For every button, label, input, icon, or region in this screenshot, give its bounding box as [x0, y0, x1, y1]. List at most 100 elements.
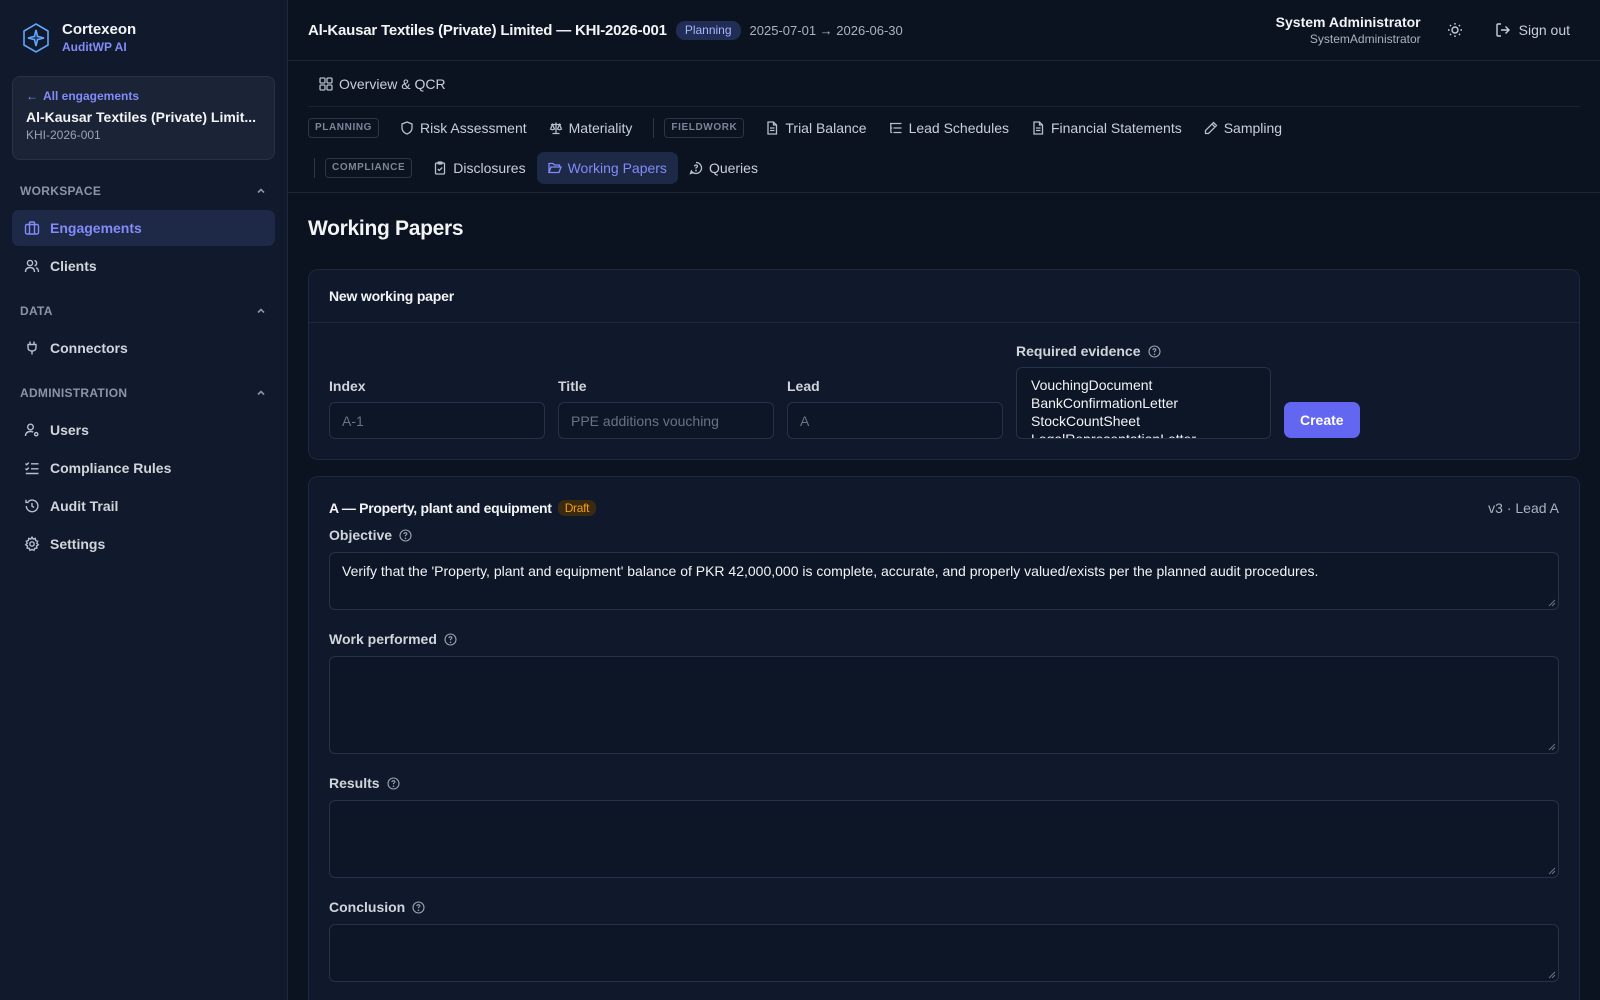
work-performed-textarea[interactable] — [329, 656, 1559, 754]
all-engagements-link[interactable]: ← All engagements — [26, 88, 261, 104]
content: Working Papers New working paper Index A… — [288, 193, 1600, 1000]
folder-open-icon — [547, 162, 562, 174]
all-engagements-label: All engagements — [43, 89, 140, 103]
engagement-card: ← All engagements Al-Kausar Textiles (Pr… — [12, 76, 275, 160]
theme-toggle-button[interactable] — [1437, 12, 1473, 48]
lead-field-group: Lead A — [787, 378, 1003, 439]
evidence-option[interactable]: BankConfirmationLetter — [1031, 394, 1256, 412]
file-text-icon — [1033, 121, 1044, 135]
sidebar-item-settings[interactable]: Settings — [12, 526, 275, 562]
results-textarea[interactable] — [329, 800, 1559, 878]
lead-input[interactable]: A — [787, 402, 1003, 439]
help-circle-icon[interactable] — [412, 900, 425, 914]
tab-trial-balance[interactable]: Trial Balance — [754, 112, 877, 144]
history-icon — [25, 499, 39, 513]
conclusion-label-row: Conclusion — [329, 898, 1559, 916]
working-paper-card: A — Property, plant and equipment Draft … — [308, 476, 1580, 1000]
new-working-paper-card: New working paper Index A-1 Title PPE ad… — [308, 269, 1580, 460]
sidebar-item-label: Connectors — [50, 340, 128, 356]
list-tree-icon — [889, 122, 902, 134]
tab-label: Lead Schedules — [908, 120, 1009, 136]
tab-lead-schedules[interactable]: Lead Schedules — [878, 112, 1020, 144]
help-circle-icon[interactable] — [1147, 344, 1161, 358]
user-cog-icon — [24, 423, 39, 437]
tab-working-papers[interactable]: Working Papers — [536, 152, 678, 184]
section-title: ADMINISTRATION — [20, 386, 128, 400]
sidebar-item-compliance-rules[interactable]: Compliance Rules — [12, 450, 275, 486]
title-field-group: Title PPE additions vouching — [558, 378, 774, 439]
user-name: System Administrator — [1275, 13, 1421, 30]
help-circle-icon[interactable] — [399, 528, 412, 542]
message-question-icon — [689, 161, 703, 175]
sidebar-item-audit-trail[interactable]: Audit Trail — [12, 488, 275, 524]
arrow-left-icon: ← — [26, 89, 38, 103]
results-label-row: Results — [329, 774, 1559, 792]
brand[interactable]: Cortexeon AuditWP AI — [0, 0, 287, 76]
user-role: SystemAdministrator — [1309, 31, 1421, 46]
section-workspace[interactable]: WORKSPACE — [0, 172, 287, 210]
hexagon-logo-icon — [23, 23, 49, 53]
tab-queries[interactable]: Queries — [678, 152, 769, 184]
page-title: Working Papers — [308, 217, 464, 240]
evidence-option[interactable]: LegalRepresentationLetter — [1031, 430, 1256, 438]
resize-handle-icon[interactable] — [1548, 743, 1556, 751]
tab-label: Sampling — [1223, 120, 1283, 136]
sidebar-item-label: Compliance Rules — [50, 460, 172, 476]
section-title: DATA — [20, 304, 53, 318]
work-performed-label: Work performed — [329, 631, 437, 647]
objective-textarea[interactable]: Verify that the 'Property, plant and equ… — [329, 552, 1559, 610]
index-field-group: Index A-1 — [329, 378, 545, 439]
section-administration[interactable]: ADMINISTRATION — [0, 374, 287, 412]
lead-placeholder: A — [800, 412, 810, 429]
tab-label: Working Papers — [567, 160, 667, 176]
scale-icon — [549, 122, 562, 135]
resize-handle-icon[interactable] — [1548, 599, 1556, 607]
tab-financial-statements[interactable]: Financial Statements — [1020, 112, 1193, 144]
tab-label: Materiality — [568, 120, 633, 136]
layout-grid-icon — [319, 76, 333, 91]
section-title: WORKSPACE — [20, 184, 102, 198]
tab-sampling[interactable]: Sampling — [1193, 112, 1293, 144]
tab-overview[interactable]: Overview & QCR — [308, 68, 457, 100]
help-circle-icon[interactable] — [444, 632, 457, 646]
card-title: New working paper — [309, 270, 1579, 323]
create-button[interactable]: Create — [1284, 402, 1360, 438]
evidence-option[interactable]: StockCountSheet — [1031, 412, 1256, 430]
sidebar-item-clients[interactable]: Clients — [12, 248, 275, 284]
evidence-label-row: Required evidence — [1016, 343, 1271, 359]
sign-out-button[interactable]: Sign out — [1487, 16, 1578, 44]
help-circle-icon[interactable] — [387, 776, 400, 790]
sidebar-item-engagements[interactable]: Engagements — [12, 210, 275, 246]
resize-handle-icon[interactable] — [1548, 971, 1556, 979]
group-label-planning: PLANNING — [308, 118, 380, 138]
chevron-up-icon — [257, 308, 265, 314]
logout-icon — [1495, 23, 1510, 37]
sign-out-label: Sign out — [1518, 22, 1570, 38]
clipboard-check-icon — [435, 161, 446, 175]
tab-risk-assessment[interactable]: Risk Assessment — [389, 112, 538, 144]
file-text-icon — [767, 121, 778, 135]
conclusion-textarea[interactable] — [329, 924, 1559, 982]
sidebar-item-label: Clients — [50, 258, 97, 274]
section-data[interactable]: DATA — [0, 292, 287, 330]
work-performed-label-row: Work performed — [329, 630, 1559, 648]
sidebar-item-label: Audit Trail — [50, 498, 119, 514]
sidebar-item-users[interactable]: Users — [12, 412, 275, 448]
shield-icon — [401, 121, 413, 135]
tab-label: Queries — [708, 160, 758, 176]
tab-materiality[interactable]: Materiality — [538, 112, 644, 144]
title-input[interactable]: PPE additions vouching — [558, 402, 774, 439]
sidebar-item-connectors[interactable]: Connectors — [12, 330, 275, 366]
engagement-period: 2025-07-01 → 2026-06-30 — [749, 22, 903, 38]
evidence-option[interactable]: VouchingDocument — [1031, 376, 1256, 394]
group-label-compliance: COMPLIANCE — [325, 158, 413, 178]
sidebar-item-label: Settings — [50, 536, 106, 552]
user-info[interactable]: System Administrator SystemAdministrator — [1276, 14, 1421, 47]
required-evidence-select[interactable]: VouchingDocument BankConfirmationLetter … — [1016, 367, 1271, 439]
chevron-up-icon — [257, 188, 265, 194]
engagement-title: Al-Kausar Textiles (Private) Limited — K… — [308, 21, 667, 39]
index-input[interactable]: A-1 — [329, 402, 545, 439]
resize-handle-icon[interactable] — [1548, 867, 1556, 875]
version-lead-meta: v3 · Lead A — [1488, 500, 1559, 516]
tab-disclosures[interactable]: Disclosures — [422, 152, 536, 184]
